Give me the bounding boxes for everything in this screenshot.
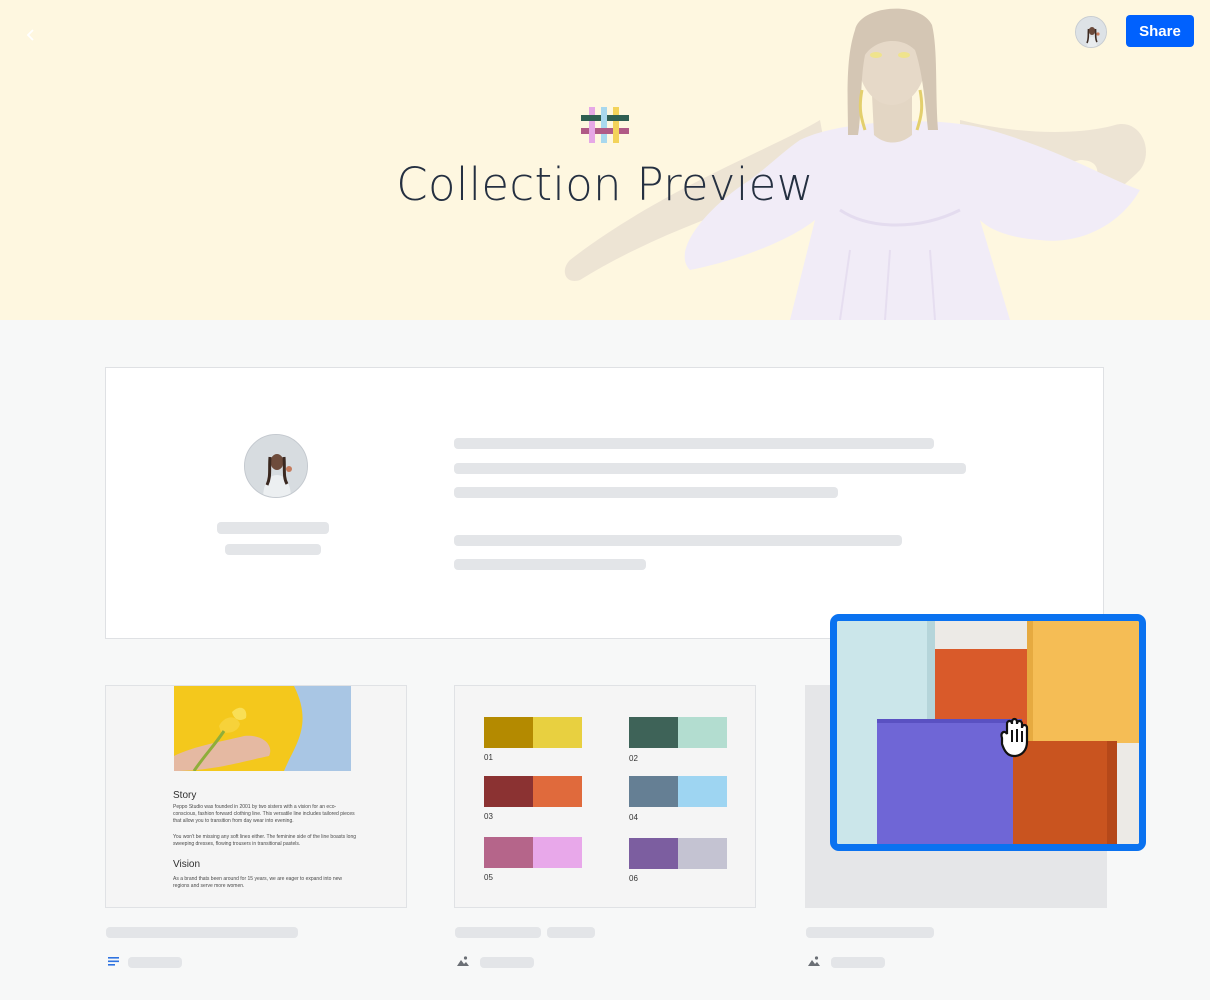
tile-meta-placeholder — [128, 957, 182, 968]
swatch-color — [678, 838, 727, 869]
swatch-color — [629, 717, 678, 748]
drag-preview-card[interactable] — [830, 614, 1146, 851]
swatch-color — [533, 717, 582, 748]
profile-portrait-icon — [245, 435, 307, 497]
profile-card — [105, 367, 1104, 639]
tile-title-placeholder — [547, 927, 595, 938]
swatch-color — [533, 776, 582, 807]
chevron-left-icon — [26, 29, 34, 41]
grab-hand-icon — [1000, 717, 1029, 758]
tile-meta-placeholder — [831, 957, 885, 968]
image-icon — [457, 956, 469, 966]
swatch-06 — [629, 838, 727, 869]
tile-title-placeholder — [106, 927, 298, 938]
page-title: Collection Preview — [396, 158, 814, 211]
swatch-color — [484, 776, 533, 807]
story-heading: Story — [173, 790, 197, 801]
swatch-05 — [484, 837, 582, 868]
swatch-color — [678, 776, 727, 807]
swatch-color — [484, 717, 533, 748]
vision-paragraph: As a brand thats been around for 15 year… — [173, 876, 342, 889]
swatch-04 — [629, 776, 727, 807]
story-paragraph: You won't be missing any soft lines eith… — [173, 834, 357, 847]
bio-line-placeholder — [454, 438, 934, 449]
bio-line-placeholder — [454, 463, 966, 474]
vision-heading: Vision — [173, 859, 201, 870]
swatch-03 — [484, 776, 582, 807]
swatch-label: 01 — [484, 753, 493, 762]
bio-line-placeholder — [454, 487, 838, 498]
bio-line-placeholder — [454, 559, 646, 570]
text-lines-icon — [108, 957, 119, 966]
swatch-02 — [629, 717, 727, 748]
tile-meta-placeholder — [480, 957, 534, 968]
profile-avatar — [244, 434, 308, 498]
tile-title-placeholder — [806, 927, 934, 938]
back-button[interactable] — [18, 22, 44, 48]
tulip-photo — [174, 686, 351, 771]
fabric-swatches-photo — [837, 621, 1139, 844]
swatch-color — [678, 717, 727, 748]
share-button[interactable]: Share — [1126, 15, 1194, 47]
story-document-tile[interactable]: Story Peppo Studio was founded in 2001 b… — [105, 685, 407, 908]
swatch-color — [629, 776, 678, 807]
swatch-label: 06 — [629, 874, 638, 883]
swatch-01 — [484, 717, 582, 748]
swatch-label: 03 — [484, 812, 493, 821]
palette-tile[interactable]: 01 02 03 04 05 06 — [454, 685, 756, 908]
swatch-label: 04 — [629, 813, 638, 822]
profile-name-placeholder — [217, 522, 329, 534]
tile-title-placeholder — [455, 927, 541, 938]
swatch-color — [533, 837, 582, 868]
profile-role-placeholder — [225, 544, 321, 555]
hero-banner: Share Collection Preview — [0, 0, 1210, 320]
swatch-color — [484, 837, 533, 868]
swatch-label: 02 — [629, 754, 638, 763]
image-icon — [808, 956, 820, 966]
swatch-color — [629, 838, 678, 869]
swatch-label: 05 — [484, 873, 493, 882]
story-paragraph: Peppo Studio was founded in 2001 by two … — [173, 804, 355, 824]
woven-logo-icon — [581, 107, 629, 143]
bio-line-placeholder — [454, 535, 902, 546]
user-avatar[interactable] — [1075, 16, 1107, 48]
